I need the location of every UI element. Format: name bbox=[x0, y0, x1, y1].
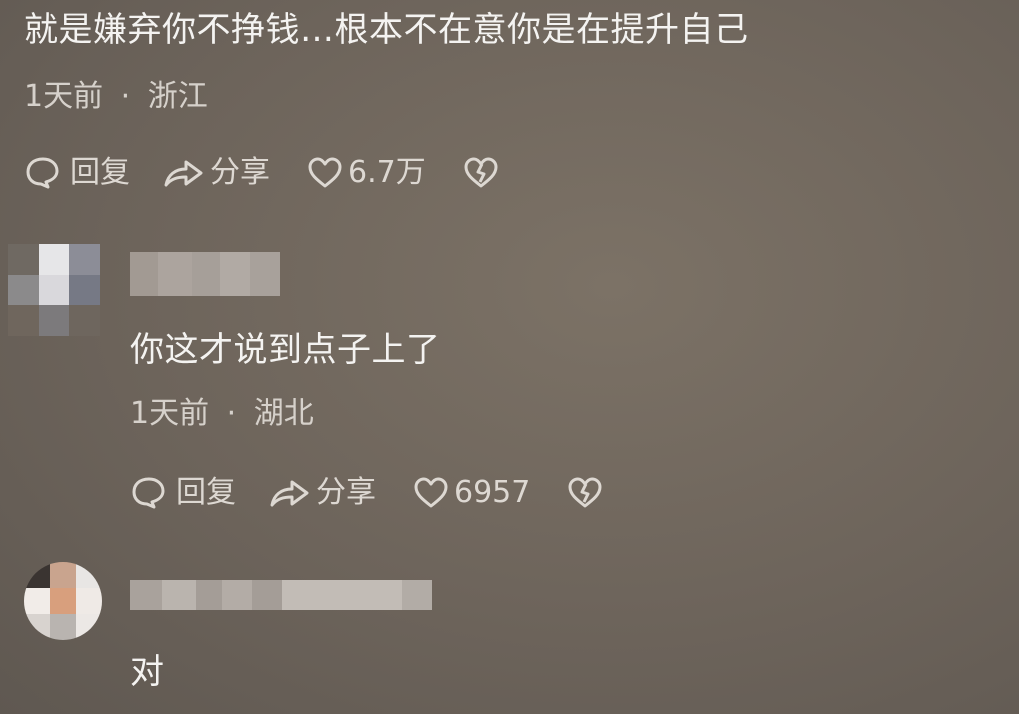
comment-2-share-button[interactable]: 分享 bbox=[268, 475, 376, 511]
speech-bubble-icon bbox=[130, 475, 168, 511]
comment-2-reply-button[interactable]: 回复 bbox=[130, 475, 236, 511]
share-label: 分享 bbox=[316, 475, 376, 510]
broken-heart-icon bbox=[462, 155, 500, 191]
comment-1-like-button[interactable]: 6.7万 bbox=[306, 155, 426, 191]
avatar[interactable] bbox=[8, 244, 100, 336]
comment-1-time: 1天前 bbox=[24, 79, 104, 114]
reply-label: 回复 bbox=[176, 475, 236, 510]
comment-1-meta: 1天前 · 浙江 bbox=[24, 79, 208, 115]
comment-3-text: 对 bbox=[130, 652, 165, 692]
comment-1-dislike-button[interactable] bbox=[462, 155, 500, 191]
comment-2-text: 你这才说到点子上了 bbox=[130, 330, 441, 370]
meta-separator: · bbox=[120, 79, 131, 114]
comment-1-actions: 回复 分享 6.7万 bbox=[24, 155, 500, 191]
like-count: 6957 bbox=[454, 475, 531, 510]
comment-1-location: 浙江 bbox=[147, 79, 208, 114]
comment-2-like-button[interactable]: 6957 bbox=[412, 475, 530, 511]
comment-2-meta: 1天前 · 湖北 bbox=[130, 396, 314, 432]
share-arrow-icon bbox=[162, 155, 206, 191]
heart-icon bbox=[306, 155, 344, 191]
avatar[interactable] bbox=[24, 562, 102, 640]
like-count: 6.7万 bbox=[348, 155, 426, 190]
comment-2-time: 1天前 bbox=[130, 396, 210, 431]
share-arrow-icon bbox=[268, 475, 312, 511]
comment-3-username-blurred[interactable] bbox=[130, 580, 432, 610]
share-label: 分享 bbox=[210, 155, 270, 190]
reply-label: 回复 bbox=[70, 155, 130, 190]
broken-heart-icon bbox=[566, 475, 604, 511]
comment-2-username-blurred[interactable] bbox=[130, 252, 280, 296]
meta-separator: · bbox=[226, 396, 237, 431]
comment-1-share-button[interactable]: 分享 bbox=[162, 155, 270, 191]
speech-bubble-icon bbox=[24, 155, 62, 191]
comment-2-location: 湖北 bbox=[253, 396, 314, 431]
heart-icon bbox=[412, 475, 450, 511]
comment-2-dislike-button[interactable] bbox=[566, 475, 604, 511]
comment-1-reply-button[interactable]: 回复 bbox=[24, 155, 130, 191]
comment-2-actions: 回复 分享 6957 bbox=[130, 475, 604, 511]
comment-1-text: 就是嫌弃你不挣钱…根本不在意你是在提升自己 bbox=[24, 10, 749, 50]
